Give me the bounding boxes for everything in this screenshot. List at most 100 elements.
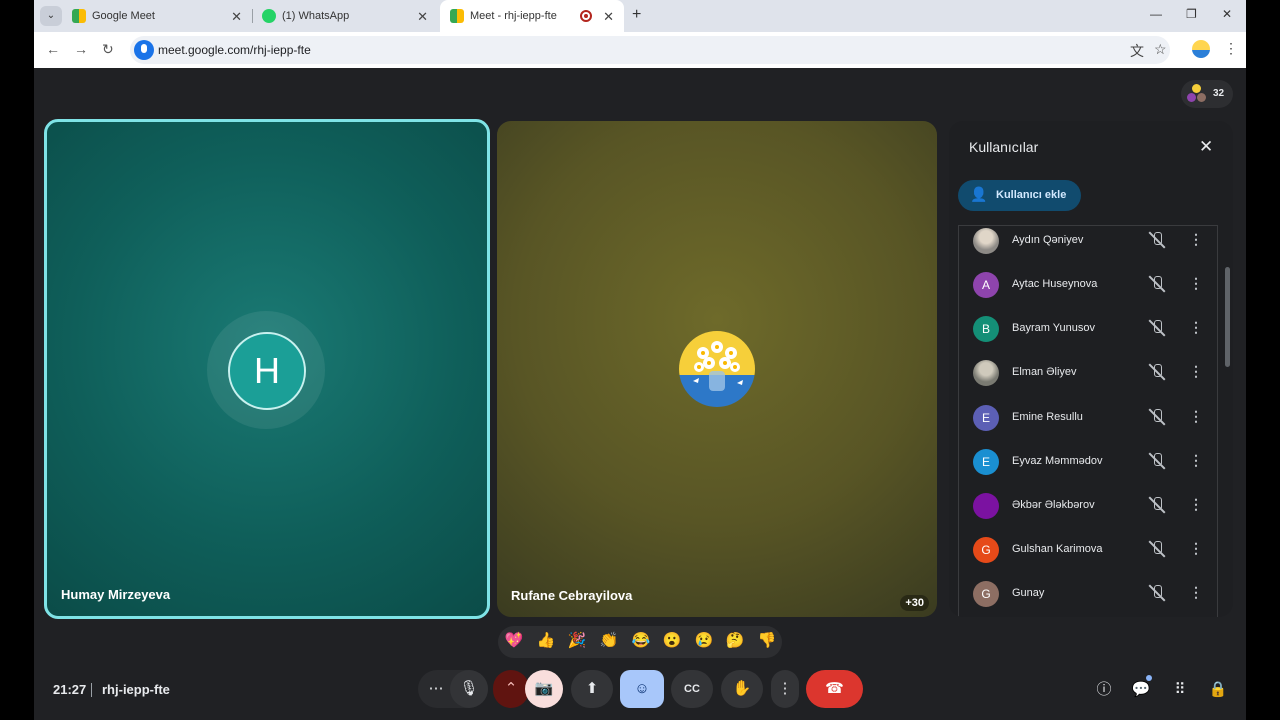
participant-name: Əkbər Ələkbərov [1012,499,1095,511]
more-options-button[interactable]: ⋮ [771,670,799,708]
new-tab-button[interactable]: + [632,6,641,24]
tab-google-meet[interactable]: Google Meet ✕ [62,0,252,32]
reaction-laugh[interactable]: 😂 [630,630,652,652]
reaction-party[interactable]: 🎉 [566,630,588,652]
participant-name: Elman Əliyev [1012,366,1077,378]
list-item[interactable]: Əkbər Ələkbərov ⋮ [973,491,1213,521]
add-people-label: Kullanıcı ekle [996,189,1067,201]
mic-in-use-icon[interactable] [134,40,154,60]
captions-button[interactable]: CC [671,670,713,708]
avatar [973,360,999,386]
tab-meet-active[interactable]: Meet - rhj-iepp-fte ✕ [440,0,624,32]
camera-off-button[interactable]: 📷 [525,670,563,708]
avatar [679,331,755,407]
bookmark-star-icon[interactable]: ☆ [1154,41,1167,58]
browser-menu-icon[interactable]: ⋮ [1224,40,1238,57]
list-item[interactable]: E Emine Resullu ⋮ [973,403,1213,433]
translate-icon[interactable]: 文 [1130,41,1144,61]
participant-tile-rufane[interactable]: Rufane Cebrayilova +30 [497,121,937,617]
present-screen-button[interactable]: ⬆ [571,670,613,708]
forward-icon[interactable]: → [74,41,88,57]
host-controls-icon[interactable]: 🔒 [1206,678,1230,702]
maximize-icon[interactable]: ❐ [1186,7,1197,21]
avatar: G [973,581,999,607]
close-icon[interactable]: ✕ [231,9,242,25]
mic-button[interactable]: 🎙 [450,670,488,708]
scrollbar[interactable] [1225,267,1230,367]
back-icon[interactable]: ← [46,41,60,57]
more-options-icon[interactable]: ⋮ [1189,496,1203,513]
more-options-icon[interactable]: ⋮ [1189,540,1203,557]
close-icon[interactable]: ✕ [603,9,614,25]
reaction-heart[interactable]: 💖 [503,630,525,652]
divider [91,683,92,697]
people-panel: Kullanıcılar ✕ 👤 Kullanıcı ekle Aydın Qə… [949,121,1233,617]
avatar: A [973,272,999,298]
activities-icon[interactable]: ⠿ [1168,678,1192,702]
minimize-icon[interactable]: — [1150,7,1162,21]
more-options-icon[interactable]: ⋮ [1189,408,1203,425]
tab-whatsapp[interactable]: (1) WhatsApp ✕ [252,0,438,32]
emoji-reactions-button[interactable]: ☺ [620,670,664,708]
end-call-button[interactable]: ☎ [806,670,863,708]
recording-icon [580,10,592,22]
reaction-clap[interactable]: 👏 [598,630,620,652]
reaction-surprised[interactable]: 😮 [661,630,683,652]
participant-count: 32 [1213,88,1225,99]
screen: ⌄ Google Meet ✕ (1) WhatsApp ✕ Meet - rh… [34,0,1246,720]
reload-icon[interactable]: ↻ [102,41,114,58]
more-options-icon[interactable]: ⋮ [1189,584,1203,601]
participant-name: Eyvaz Məmmədov [1012,455,1103,467]
reaction-sad[interactable]: 😢 [693,630,715,652]
meeting-info-icon[interactable]: ⓘ [1092,678,1116,702]
close-icon[interactable]: ✕ [417,9,428,25]
mic-off-icon[interactable] [1147,495,1167,515]
list-item[interactable]: A Aytac Huseynova ⋮ [973,270,1213,300]
more-options-icon[interactable]: ⋮ [1189,231,1203,248]
mic-off-icon[interactable] [1147,362,1167,382]
participant-name: Emine Resullu [1012,411,1083,423]
tab-search-button[interactable]: ⌄ [40,6,62,26]
video-options-button[interactable]: ⌃ [493,670,529,708]
participant-avatars-icon [1187,84,1207,104]
audio-options-button[interactable]: ⋯ [422,670,450,708]
mic-off-icon[interactable] [1147,318,1167,338]
reaction-thumbs-down[interactable]: 👎 [756,630,778,652]
list-item[interactable]: Aydın Qəniyev ⋮ [973,226,1213,256]
list-item[interactable]: G Gulshan Karimova ⋮ [973,535,1213,565]
hidden-participants-badge[interactable]: +30 [900,595,929,611]
list-item[interactable]: G Gunay ⋮ [973,579,1213,609]
close-icon[interactable]: ✕ [1199,137,1213,157]
google-meet-icon [450,9,464,23]
meeting-code: rhj-iepp-fte [102,682,170,697]
browser-tab-strip: ⌄ Google Meet ✕ (1) WhatsApp ✕ Meet - rh… [34,0,1246,32]
mic-off-icon[interactable] [1147,407,1167,427]
participant-count-chip[interactable]: 32 [1181,80,1233,108]
mic-off-icon[interactable] [1147,451,1167,471]
profile-avatar[interactable] [1192,40,1210,58]
window-close-icon[interactable]: ✕ [1222,7,1232,21]
list-item[interactable]: E Eyvaz Məmmədov ⋮ [973,447,1213,477]
mic-off-icon[interactable] [1147,230,1167,250]
list-item[interactable]: B Bayram Yunusov ⋮ [973,314,1213,344]
add-people-button[interactable]: 👤 Kullanıcı ekle [958,180,1081,211]
raise-hand-button[interactable]: ✋ [721,670,763,708]
participant-tile-humay[interactable]: H Humay Mirzeyeva [44,119,490,619]
mic-off-icon[interactable] [1147,583,1167,603]
reaction-thumbs-up[interactable]: 👍 [535,630,557,652]
participant-name: Gunay [1012,587,1045,599]
more-options-icon[interactable]: ⋮ [1189,363,1203,380]
more-options-icon[interactable]: ⋮ [1189,452,1203,469]
more-options-icon[interactable]: ⋮ [1189,275,1203,292]
mic-off-icon[interactable] [1147,539,1167,559]
more-options-icon[interactable]: ⋮ [1189,319,1203,336]
avatar: H [228,332,306,410]
participant-name: Gulshan Karimova [1012,543,1103,555]
chat-icon[interactable]: 💬 [1129,678,1153,702]
url-text[interactable]: meet.google.com/rhj-iepp-fte [158,43,311,57]
list-item[interactable]: Elman Əliyev ⋮ [973,358,1213,388]
reaction-thinking[interactable]: 🤔 [724,630,746,652]
mic-off-icon[interactable] [1147,274,1167,294]
address-bar[interactable]: meet.google.com/rhj-iepp-fte 文 ☆ [130,36,1170,64]
google-meet-icon [72,9,86,23]
